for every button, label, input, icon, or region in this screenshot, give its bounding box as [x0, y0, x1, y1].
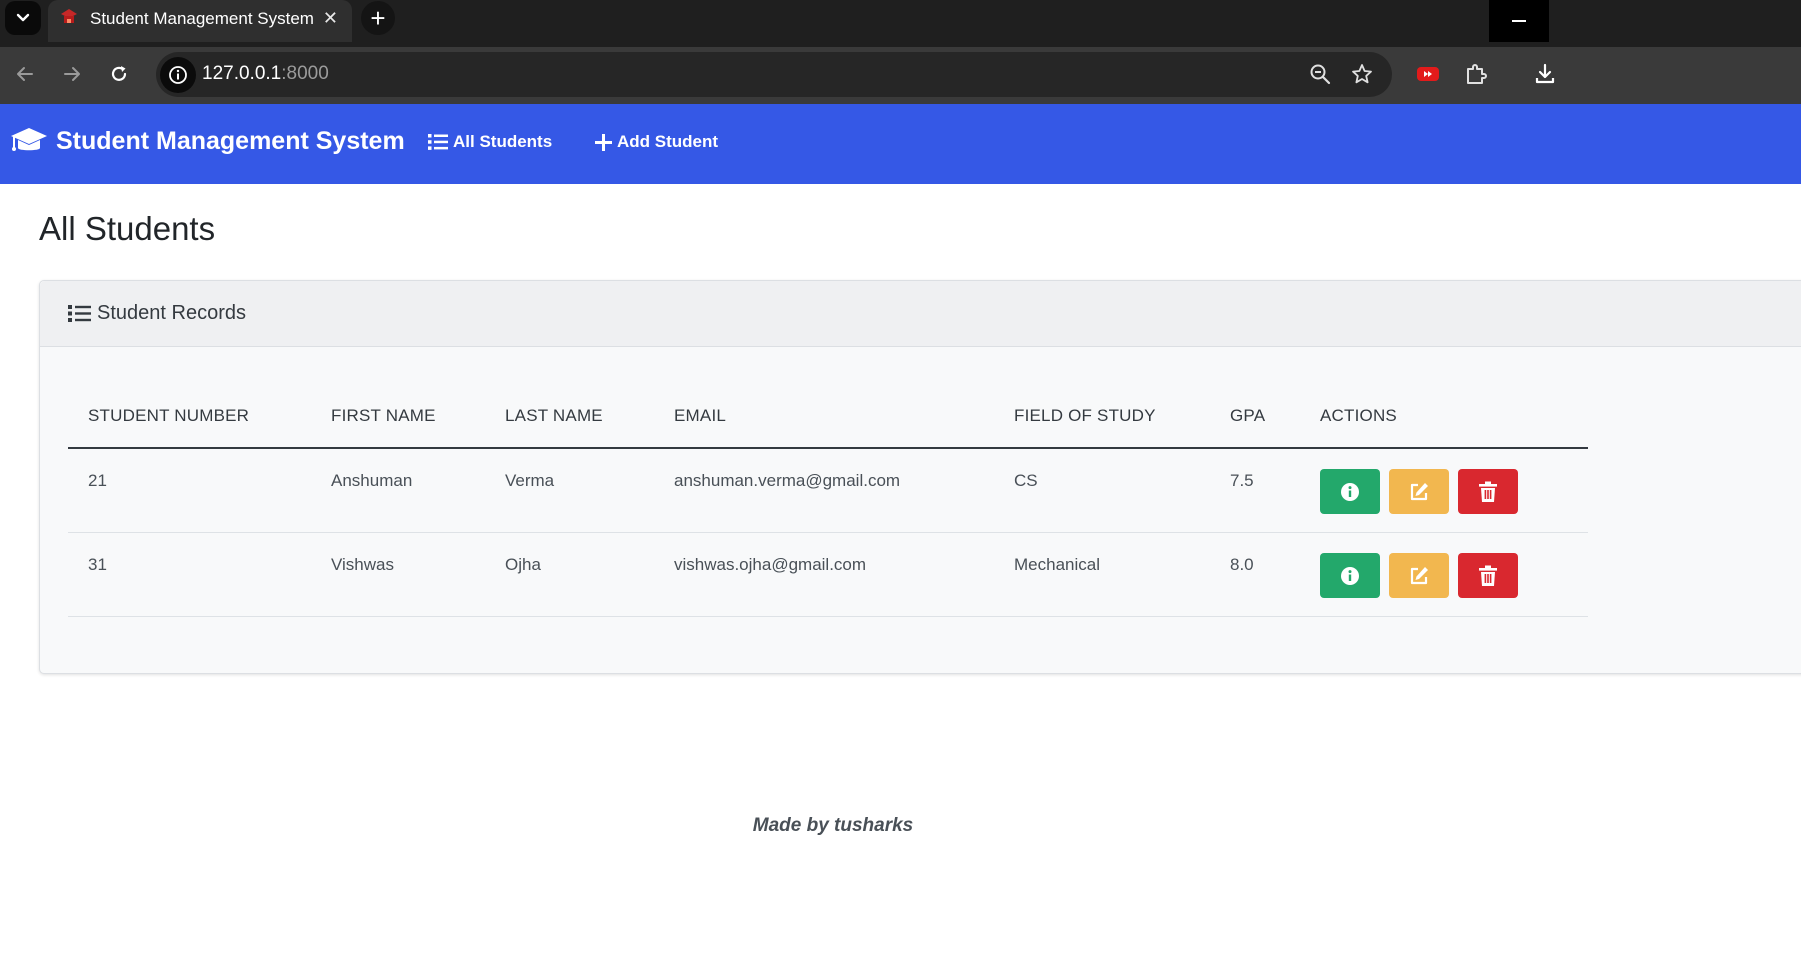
zoom-out-icon	[1310, 64, 1331, 85]
brand-title: Student Management System	[56, 126, 405, 155]
edit-button[interactable]	[1389, 553, 1449, 598]
browser-tabstrip: Student Management System ✕ +	[0, 0, 1801, 47]
info-circle-icon	[169, 66, 187, 84]
edit-icon	[1410, 482, 1428, 500]
puzzle-icon	[1467, 64, 1487, 84]
address-bar[interactable]: 127.0.0.1:8000	[156, 52, 1392, 97]
chevron-down-icon	[16, 13, 30, 22]
extensions-button[interactable]	[1461, 59, 1491, 89]
url-port: :8000	[281, 63, 329, 84]
view-details-button[interactable]	[1320, 553, 1380, 598]
browser-toolbar: 127.0.0.1:8000	[0, 47, 1801, 104]
col-header-student-number: STUDENT NUMBER	[88, 406, 250, 425]
list-icon	[68, 305, 91, 322]
table-row: 31 Vishwas Ojha vishwas.ojha@gmail.com M…	[68, 533, 1588, 617]
nav-all-students[interactable]: All Students	[428, 132, 552, 152]
col-header-actions: ACTIONS	[1320, 406, 1397, 425]
info-circle-icon	[1341, 566, 1359, 585]
navbar-brand[interactable]: Student Management System	[10, 126, 405, 156]
delete-button[interactable]	[1458, 469, 1518, 514]
reload-icon	[111, 66, 127, 81]
page-title: All Students	[39, 210, 216, 247]
col-header-email: EMAIL	[674, 406, 727, 425]
app-navbar: Student Management System All Students A…	[0, 104, 1801, 184]
list-icon	[428, 134, 448, 150]
cell-first-name: Vishwas	[331, 555, 394, 574]
plus-icon	[595, 133, 612, 151]
cell-email: anshuman.verma@gmail.com	[674, 471, 901, 490]
info-circle-icon	[1341, 482, 1359, 501]
minimize-icon	[1512, 20, 1526, 22]
card-title: Student Records	[68, 302, 246, 325]
reload-button[interactable]	[104, 59, 134, 89]
cell-field-of-study: Mechanical	[1014, 555, 1100, 574]
bookmark-button[interactable]	[1347, 59, 1377, 89]
tab-close-button[interactable]: ✕	[323, 8, 338, 29]
downloads-button[interactable]	[1530, 59, 1560, 89]
cell-email: vishwas.ojha@gmail.com	[674, 555, 867, 574]
cell-student-number: 31	[88, 555, 107, 574]
window-minimize-button[interactable]	[1489, 0, 1549, 42]
forward-button[interactable]	[57, 59, 87, 89]
new-tab-button[interactable]: +	[361, 1, 395, 35]
nav-all-students-label: All Students	[453, 132, 553, 151]
student-records-card: Student Records STUDENT NUMBER FIRST NAM…	[39, 280, 1801, 674]
browser-tab-active[interactable]: Student Management System ✕	[48, 0, 352, 42]
col-header-first-name: FIRST NAME	[331, 406, 436, 425]
col-header-gpa: GPA	[1230, 406, 1266, 425]
nav-add-student-label: Add Student	[617, 132, 719, 151]
graduation-cap-icon	[11, 128, 47, 151]
cell-last-name: Verma	[505, 471, 555, 490]
trash-icon	[1479, 565, 1497, 586]
view-details-button[interactable]	[1320, 469, 1380, 514]
zoom-button[interactable]	[1305, 59, 1335, 89]
edit-icon	[1410, 566, 1428, 584]
delete-button[interactable]	[1458, 553, 1518, 598]
col-header-last-name: LAST NAME	[505, 406, 603, 425]
cell-gpa: 7.5	[1230, 471, 1254, 490]
cell-student-number: 21	[88, 471, 107, 490]
nav-add-student[interactable]: Add Student	[595, 132, 718, 152]
card-title-text: Student Records	[97, 302, 246, 324]
cell-field-of-study: CS	[1014, 471, 1038, 490]
col-header-field-of-study: FIELD OF STUDY	[1014, 406, 1156, 425]
favicon-icon	[61, 9, 77, 23]
table-row: 21 Anshuman Verma anshuman.verma@gmail.c…	[68, 449, 1588, 533]
cell-gpa: 8.0	[1230, 555, 1254, 574]
edit-button[interactable]	[1389, 469, 1449, 514]
youtube-extension-button[interactable]	[1413, 59, 1443, 89]
trash-icon	[1479, 481, 1497, 502]
star-icon	[1352, 64, 1372, 84]
card-header: Student Records	[40, 281, 1801, 347]
tab-title: Student Management System	[90, 9, 314, 28]
url-text[interactable]: 127.0.0.1:8000	[202, 63, 329, 85]
download-icon	[1535, 63, 1555, 84]
youtube-icon	[1417, 67, 1439, 81]
site-info-button[interactable]	[160, 57, 196, 93]
back-button[interactable]	[10, 59, 40, 89]
tab-search-button[interactable]	[5, 1, 41, 35]
footer-credit: Made by tusharks	[752, 815, 914, 836]
cell-last-name: Ojha	[505, 555, 541, 574]
cell-first-name: Anshuman	[331, 471, 413, 490]
url-host: 127.0.0.1	[202, 63, 282, 84]
arrow-right-icon	[64, 67, 80, 81]
arrow-left-icon	[17, 67, 33, 81]
